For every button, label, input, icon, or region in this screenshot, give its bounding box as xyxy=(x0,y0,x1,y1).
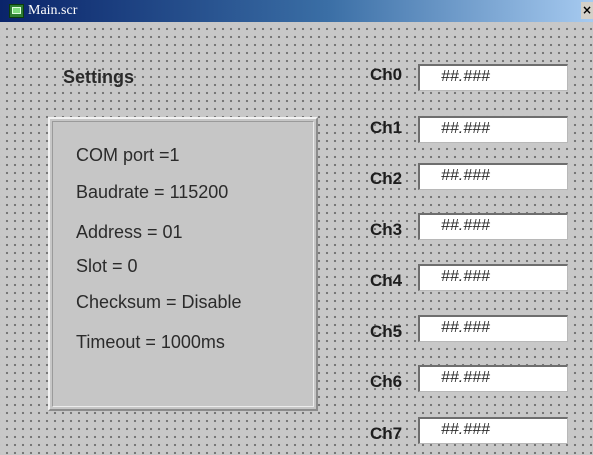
ch4-value-field[interactable]: ##.### xyxy=(418,264,568,291)
checksum-setting: Checksum = Disable xyxy=(76,292,242,312)
baudrate-setting: Baudrate = 115200 xyxy=(76,182,229,202)
com-port-setting: COM port =1 xyxy=(76,145,180,165)
ch1-value-field[interactable]: ##.### xyxy=(418,116,568,143)
ch2-value-field[interactable]: ##.### xyxy=(418,163,568,190)
title-bar: Main.scr × xyxy=(0,0,593,22)
window-title: Main.scr xyxy=(28,3,78,18)
settings-heading: Settings xyxy=(63,67,135,87)
settings-panel: COM port =1 Baudrate = 115200 Address = … xyxy=(48,117,318,411)
ch0-label: Ch0 xyxy=(370,65,403,84)
slot-setting: Slot = 0 xyxy=(76,256,138,276)
ch4-label: Ch4 xyxy=(370,271,403,290)
design-canvas: Settings COM port =1 Baudrate = 115200 A… xyxy=(0,22,593,455)
ch3-label: Ch3 xyxy=(370,220,403,239)
ch7-label: Ch7 xyxy=(370,424,403,443)
ch7-value-field[interactable]: ##.### xyxy=(418,417,568,444)
timeout-setting: Timeout = 1000ms xyxy=(76,332,225,352)
address-setting: Address = 01 xyxy=(76,222,183,242)
ch6-value-field[interactable]: ##.### xyxy=(418,365,568,392)
ch3-value-field[interactable]: ##.### xyxy=(418,213,568,240)
ch5-value-field[interactable]: ##.### xyxy=(418,315,568,342)
ch6-label: Ch6 xyxy=(370,372,403,391)
ch5-label: Ch5 xyxy=(370,322,403,341)
app-icon xyxy=(9,4,24,18)
close-button[interactable]: × xyxy=(581,2,593,19)
ch1-label: Ch1 xyxy=(370,118,403,137)
ch2-label: Ch2 xyxy=(370,169,403,188)
ch0-value-field[interactable]: ##.### xyxy=(418,64,568,91)
